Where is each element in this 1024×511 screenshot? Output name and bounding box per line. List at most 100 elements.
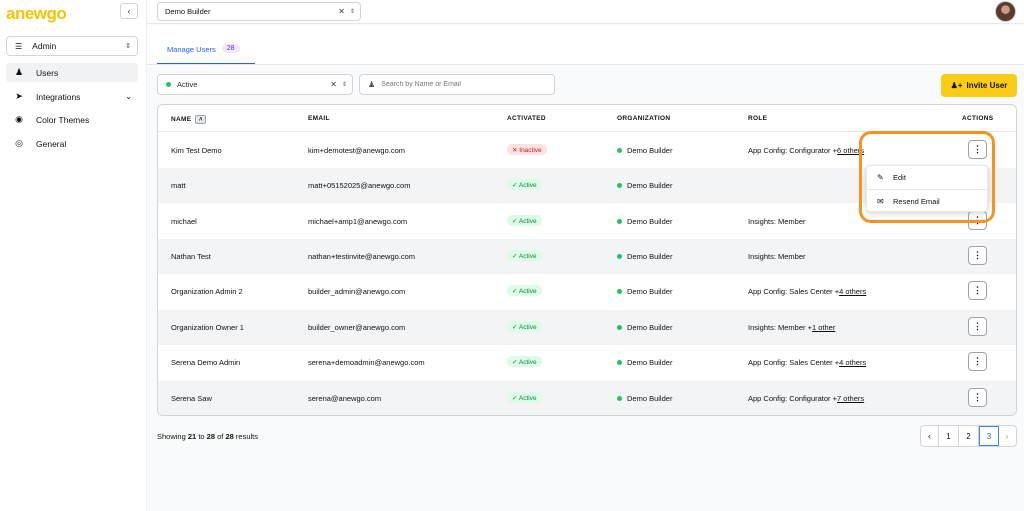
organization-name: Demo Builder xyxy=(627,181,673,190)
status-badge: ✓ Active xyxy=(507,321,542,332)
user-organization: Demo Builder xyxy=(617,394,672,403)
row-actions-button[interactable]: ⋮ xyxy=(968,211,987,230)
menu-item-edit[interactable]: ✎ Edit xyxy=(867,166,989,189)
main-content: Demo Builder ✕ ⇕ Manage Users 28 Active … xyxy=(147,0,1024,511)
org-dot-icon xyxy=(617,360,622,365)
menu-item-resend-email[interactable]: ✉ Resend Email xyxy=(867,190,989,213)
status-badge: ✓ Active xyxy=(507,392,542,403)
chevron-left-icon: ‹ xyxy=(127,6,131,16)
user-name: Serena Demo Admin xyxy=(171,358,241,367)
status-badge: ✓ Active xyxy=(507,285,542,296)
results-prefix: Showing xyxy=(157,432,186,441)
results-to-word: to xyxy=(198,432,205,441)
row-actions-button[interactable]: ⋮ xyxy=(968,388,987,407)
collapse-sidebar-button[interactable]: ‹ xyxy=(120,3,138,19)
role-others-link[interactable]: 4 others xyxy=(839,358,866,367)
row-actions-menu: ✎ Edit ✉ Resend Email xyxy=(866,165,989,213)
results-from: 21 xyxy=(187,432,197,441)
user-email: serena+demoadmin@anewgo.com xyxy=(308,358,425,367)
user-role: App Config: Configurator +6 others xyxy=(748,146,864,155)
results-of-word: of xyxy=(217,432,224,441)
add-user-icon: ♟+ xyxy=(950,81,963,90)
user-avatar[interactable] xyxy=(995,1,1016,22)
user-email: michael+amp1@anewgo.com xyxy=(308,217,408,226)
status-text: Active xyxy=(518,358,537,366)
up-down-chevron-icon: ⇕ xyxy=(341,82,347,88)
previous-page-button[interactable]: ‹ xyxy=(921,426,939,446)
org-dot-icon xyxy=(617,183,622,188)
users-table: NAME ˄ EMAIL ACTIVATED ORGANIZATION ROLE … xyxy=(157,104,1017,416)
user-email: matt+05152025@anewgo.com xyxy=(308,181,411,190)
sidebar-item-general[interactable]: ◎ General xyxy=(6,134,138,153)
role-others-link[interactable]: 6 others xyxy=(837,146,864,155)
organization-name: Demo Builder xyxy=(627,252,673,261)
invite-user-button[interactable]: ♟+ Invite User xyxy=(941,74,1017,97)
row-actions-button[interactable]: ⋮ xyxy=(968,352,987,371)
row-actions-button[interactable]: ⋮ xyxy=(968,281,987,300)
role-text: App Config: Sales Center + xyxy=(748,358,840,367)
org-dot-icon xyxy=(617,219,622,224)
role-others-link[interactable]: 7 others xyxy=(837,394,864,403)
search-input[interactable] xyxy=(381,81,542,88)
status-filter-value: Active xyxy=(177,80,198,89)
tab-manage-users[interactable]: Manage Users 28 xyxy=(157,38,255,65)
organization-name: Demo Builder xyxy=(627,323,673,332)
chevron-left-icon: ‹ xyxy=(928,431,931,441)
user-role: App Config: Configurator +7 others xyxy=(748,394,864,403)
kebab-menu-icon: ⋮ xyxy=(973,215,982,225)
chevron-right-icon: › xyxy=(1005,431,1009,441)
page-1-button[interactable]: 1 xyxy=(939,426,959,446)
page-3-button[interactable]: 3 xyxy=(979,426,999,446)
clear-icon[interactable]: ✕ xyxy=(338,7,345,16)
tab-label: Manage Users xyxy=(167,45,216,54)
next-page-button[interactable]: › xyxy=(999,426,1015,446)
logo-text: anew xyxy=(6,4,47,23)
row-actions-button[interactable]: ⋮ xyxy=(968,140,987,159)
clear-icon[interactable]: ✕ xyxy=(330,80,337,89)
organization-name: Demo Builder xyxy=(627,358,673,367)
user-email: builder_admin@anewgo.com xyxy=(308,287,406,296)
header-activated: ACTIVATED xyxy=(507,115,546,122)
pagination: ‹ 1 2 3 › xyxy=(920,425,1017,447)
organization-select[interactable]: Demo Builder ✕ ⇕ xyxy=(157,2,361,21)
page-2-button[interactable]: 2 xyxy=(959,426,979,446)
role-others-link[interactable]: 4 others xyxy=(839,287,866,296)
status-badge: ✓ Active xyxy=(507,250,542,261)
user-name: Organization Admin 2 xyxy=(171,287,243,296)
role-others-link[interactable]: 1 other xyxy=(812,323,835,332)
organization-name: Demo Builder xyxy=(627,146,673,155)
user-name: Organization Owner 1 xyxy=(171,323,244,332)
anewgo-logo[interactable]: anewgo xyxy=(6,4,67,24)
user-role: Insights: Member xyxy=(748,252,806,261)
invite-user-label: Invite User xyxy=(966,81,1008,90)
user-organization: Demo Builder xyxy=(617,217,672,226)
status-text: Active xyxy=(518,287,537,295)
logo-text-accent: go xyxy=(46,4,67,23)
user-email: kim+demotest@anewgo.com xyxy=(308,146,406,155)
sidebar-item-integrations[interactable]: ➤ Integrations ⌄ xyxy=(6,87,138,106)
section-selector[interactable]: ☰ Admin ⇕ xyxy=(6,36,138,56)
kebab-menu-icon: ⋮ xyxy=(973,285,982,295)
user-name: michael xyxy=(171,217,197,226)
organization-select-value: Demo Builder xyxy=(165,7,211,16)
status-text: Active xyxy=(518,181,537,189)
user-email: builder_owner@anewgo.com xyxy=(308,323,406,332)
top-bar: Demo Builder ✕ ⇕ xyxy=(147,0,1024,24)
user-organization: Demo Builder xyxy=(617,181,672,190)
header-name-label: NAME xyxy=(171,116,192,124)
sidebar-item-users[interactable]: ♟ Users xyxy=(6,63,138,82)
menu-item-label: Edit xyxy=(893,173,906,182)
up-down-chevron-icon: ⇕ xyxy=(125,43,131,50)
user-name: matt xyxy=(171,181,186,190)
sidebar-item-color-themes[interactable]: ◉ Color Themes xyxy=(6,110,138,129)
search-field[interactable]: ♟ xyxy=(359,74,555,95)
section-selector-value: Admin xyxy=(32,41,57,51)
status-filter-select[interactable]: Active ✕ ⇕ xyxy=(157,74,353,95)
user-name: Serena Saw xyxy=(171,394,212,403)
sidebar-item-label: Users xyxy=(36,67,59,78)
row-actions-button[interactable]: ⋮ xyxy=(968,246,987,265)
row-actions-button[interactable]: ⋮ xyxy=(968,317,987,336)
menu-item-label: Resend Email xyxy=(893,197,940,206)
sort-toggle-button[interactable]: ˄ xyxy=(195,115,207,124)
status-text: Active xyxy=(518,323,537,331)
